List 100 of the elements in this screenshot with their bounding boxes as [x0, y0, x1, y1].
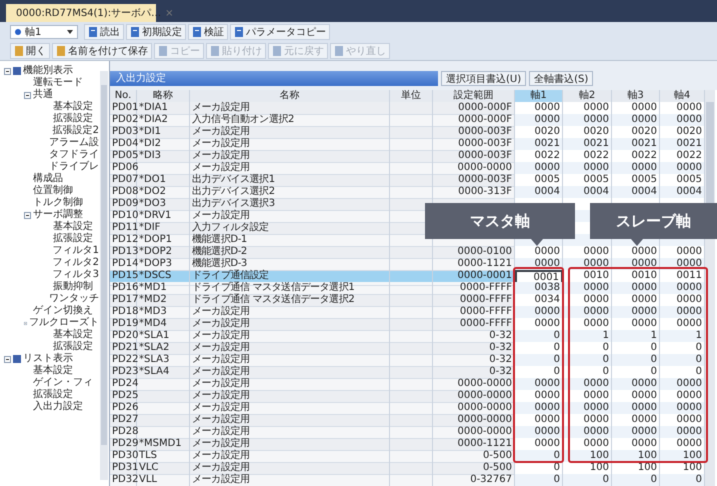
table-cell: 0000	[534, 318, 560, 329]
tree-item[interactable]: 基本設定	[53, 101, 93, 113]
caret-icon	[67, 30, 73, 34]
table-row[interactable]: PD18*MD3 メーカ設定用 0000-FFFF 0000 0000 0000 0000	[110, 306, 705, 318]
tree-item[interactable]: 拡張設定	[53, 341, 93, 353]
table-row[interactable]: PD06 メーカ設定用 0000-0000 0000 0000 0000 0000	[110, 162, 705, 174]
table-cell: *MSMD1	[139, 438, 182, 449]
table-row[interactable]: PD24 メーカ設定用 0000-0000 0000 0000 0000 0000	[110, 378, 705, 390]
tree-item[interactable]: 基本設定	[33, 365, 73, 377]
tree-item[interactable]: 構成品	[33, 173, 63, 185]
table-row[interactable]: PD16*MD1 ドライブ通信 マスタ送信データ選択1 0000-FFFF 0038 0000 0000 0000	[110, 282, 705, 294]
table-row[interactable]: PD17*MD2 ドライブ通信 マスタ送信データ選択2 0000-FFFF 0034 0000 0000 0000	[110, 294, 705, 306]
table-row[interactable]: PD05*DI3 メーカ設定用 0000-003F 0022 0022 0022 0022	[110, 150, 705, 162]
table-row[interactable]: PD27 メーカ設定用 0000-0000 0000 0000 0000 0000	[110, 414, 705, 426]
table-row[interactable]: PD25 メーカ設定用 0000-0000 0000 0000 0000 0000	[110, 390, 705, 402]
toolbar-button[interactable]: 名前を付けて保存	[52, 43, 152, 59]
table-cell: 0010	[584, 270, 609, 281]
table-row[interactable]: PD01*DIA1 メーカ設定用 0000-000F 0000 0000 0000 0000	[110, 102, 705, 114]
tree-item[interactable]: フィルタ1	[52, 245, 99, 257]
tree-item[interactable]: サーボ調整	[33, 209, 83, 221]
tree-item[interactable]: 入出力設定	[33, 401, 83, 413]
dot-icon	[15, 29, 21, 35]
table-cell: メーカ設定用	[192, 126, 250, 137]
write-button[interactable]: 全軸書込(S)	[529, 71, 594, 86]
tree-item[interactable]: フィルタ3	[52, 269, 99, 281]
table-cell: 0	[602, 342, 609, 353]
table-cell: PD07	[112, 174, 138, 185]
toolbar-button[interactable]: パラメータコピー	[230, 24, 330, 40]
toolbar-button[interactable]: 開く	[10, 43, 50, 59]
table-row[interactable]: PD08*DO2 出力デバイス選択2 0000-313F 0004 0004 0004 0004	[110, 186, 705, 198]
tree-item[interactable]: ゲイン切換え	[33, 305, 93, 317]
table-row[interactable]: PD13*DOP2 機能選択D-2 0000-0100 0000 0000 0000 0000	[110, 246, 705, 258]
tree-item[interactable]: 拡張設定2	[52, 125, 99, 137]
table-cell: PD04	[112, 138, 138, 149]
table-cell: 0000	[534, 306, 560, 317]
toolbar-button[interactable]: 検証	[188, 24, 228, 40]
tree-item[interactable]: アラーム設	[49, 137, 99, 149]
expander-icon[interactable]	[4, 356, 11, 362]
table-cell: 0034	[534, 294, 560, 305]
table-cell: 0000	[676, 414, 702, 425]
expander-icon[interactable]	[4, 68, 11, 74]
tree-item[interactable]: トルク制御	[33, 197, 83, 209]
toolbar-button[interactable]: 読出	[84, 24, 124, 40]
table-row[interactable]: PD22*SLA3 メーカ設定用 0-32 0 0 0 0	[110, 354, 705, 366]
toolbar-button[interactable]: 初期設定	[126, 24, 186, 40]
tree-item[interactable]: 拡張設定	[53, 113, 93, 125]
table-row[interactable]: PD21*SLA2 メーカ設定用 0-32 0 0 0 0	[110, 342, 705, 354]
table-row[interactable]: PD19*MD4 メーカ設定用 0000-FFFF 0000 0000 0000 0000	[110, 318, 705, 330]
tree-item[interactable]: ドライブレ	[49, 161, 99, 173]
column-header[interactable]: 軸1	[515, 90, 563, 102]
table-row[interactable]: PD04*DI2 メーカ設定用 0000-003F 0021 0021 0021 0021	[110, 138, 705, 150]
tree-item[interactable]: 運転モード	[33, 77, 83, 89]
table-cell: 出力デバイス選択3	[192, 198, 275, 209]
write-button[interactable]: 選択項目書込(U)	[441, 71, 526, 86]
tree-item[interactable]: 拡張設定	[33, 389, 73, 401]
table-cell: 0	[554, 474, 560, 485]
expander-icon[interactable]	[24, 92, 31, 98]
table-cell: 0000	[632, 414, 657, 425]
expander-icon[interactable]	[24, 212, 31, 218]
table-cell: 0000	[676, 426, 702, 437]
table-row[interactable]: PD14*DOP3 機能選択D-3 0000-1121 0000 0000 0000 0000	[110, 258, 705, 270]
tree-item[interactable]: フィルタ2	[52, 257, 99, 269]
tree-item[interactable]: 基本設定	[53, 329, 93, 341]
table-row[interactable]: PD31VLC メーカ設定用 0-500 0 100 100 100	[110, 462, 705, 474]
table-row[interactable]: PD26 メーカ設定用 0000-0000 0000 0000 0000 0000	[110, 402, 705, 414]
table-cell: 0021	[584, 138, 609, 149]
table-cell: 0000	[584, 246, 609, 257]
table-row[interactable]: PD29*MSMD1 メーカ設定用 0000-1121 0000 0000 0000 0000	[110, 438, 705, 450]
table-row[interactable]: PD23*SLA4 メーカ設定用 0-32 0 0 0 0	[110, 366, 705, 378]
table-cell: *DRV1	[139, 210, 172, 221]
table-cell: 0000	[584, 306, 609, 317]
tree-item[interactable]: 基本設定	[53, 221, 93, 233]
tree-item[interactable]: タフドライ	[49, 149, 99, 161]
tree-item[interactable]: 機能別表示	[23, 65, 73, 77]
table-cell: PD29	[112, 438, 138, 449]
table-row[interactable]: PD28 メーカ設定用 0000-0000 0000 0000 0000 0000	[110, 426, 705, 438]
tree-item[interactable]: リスト表示	[23, 353, 73, 365]
table-cell: 0022	[534, 150, 560, 161]
table-row[interactable]: PD07*DO1 出力デバイス選択1 0000-003F 0005 0005 0005 0005	[110, 174, 705, 186]
tree-item[interactable]: ゲイン・フィ	[33, 377, 93, 389]
axis-dropdown[interactable]: 軸1	[10, 25, 78, 39]
table-row[interactable]: PD02*DIA2 入力信号自動オン選択2 0000-000F 0000 0000 0000 0000	[110, 114, 705, 126]
table-cell: 0000	[676, 114, 702, 125]
table-row[interactable]: PD30TLS メーカ設定用 0-500 0 100 100 100	[110, 450, 705, 462]
table-cell: 出力デバイス選択1	[192, 174, 275, 185]
tree-item[interactable]: 振動抑制	[53, 281, 93, 293]
scrollbar[interactable]	[100, 71, 108, 480]
tree-item[interactable]: ワンタッチ	[49, 293, 99, 305]
table-cell: 0	[696, 354, 702, 365]
tree-item[interactable]: 位置制御	[33, 185, 73, 197]
table-cell: 0000	[584, 162, 609, 173]
tree-item[interactable]: 共通	[33, 89, 53, 101]
table-cell: 0000-0100	[457, 246, 512, 257]
table-row[interactable]: PD32VLL メーカ設定用 0-32767 0 0 0 0	[110, 474, 705, 486]
table-row[interactable]: PD20*SLA1 メーカ設定用 0-32 0 1 1 1	[110, 330, 705, 342]
tree-item[interactable]: 拡張設定	[53, 233, 93, 245]
table-row[interactable]: PD03*DI1 メーカ設定用 0000-003F 0020 0020 0020 0020	[110, 126, 705, 138]
table-cell: メーカ設定用	[192, 150, 250, 161]
tree-item[interactable]: フルクローズト	[29, 317, 99, 329]
table-cell: 0000	[632, 318, 657, 329]
